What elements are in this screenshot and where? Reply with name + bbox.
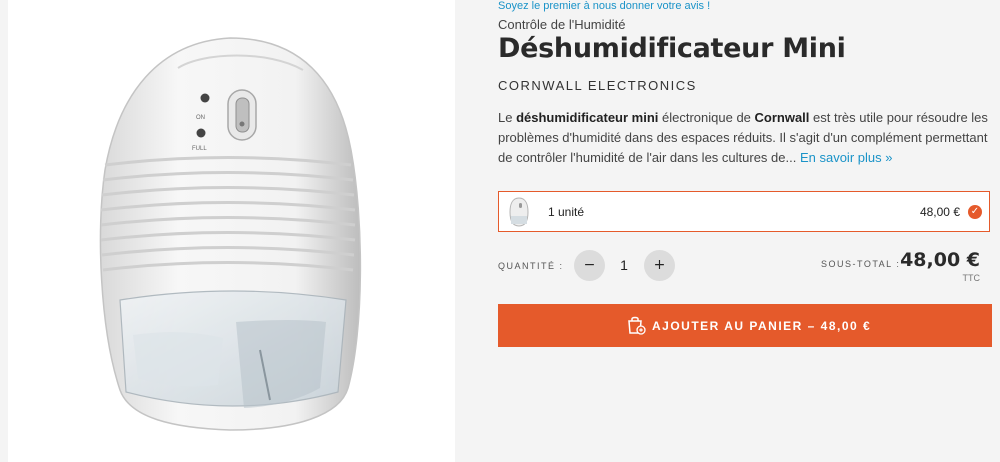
quantity-decrease-button[interactable]: − — [574, 250, 605, 281]
add-to-cart-label: AJOUTER AU PANIER – 48,00 € — [652, 319, 872, 333]
product-image-panel[interactable]: ON FULL — [8, 0, 455, 462]
add-to-cart-button[interactable]: AJOUTER AU PANIER – 48,00 € — [498, 304, 992, 347]
quantity-input[interactable] — [611, 257, 637, 273]
product-category: Contrôle de l'Humidité — [498, 17, 626, 32]
variant-thumbnail — [509, 197, 529, 227]
product-description: Le déshumidificateur mini électronique d… — [498, 110, 988, 165]
subtotal-label: SOUS-TOTAL : — [821, 259, 901, 269]
product-title: Déshumidificateur Mini — [498, 33, 846, 64]
tax-note: TTC — [962, 273, 981, 283]
quantity-label: QUANTITÉ : — [498, 261, 564, 271]
subtotal-value: 48,00 € — [900, 249, 980, 271]
product-image[interactable]: ON FULL — [8, 0, 455, 462]
variant-label: 1 unité — [548, 205, 585, 219]
quantity-increase-button[interactable]: + — [644, 250, 675, 281]
variant-option-1-unit[interactable]: 1 unité 48,00 € ✓ — [498, 191, 990, 232]
check-icon: ✓ — [968, 205, 982, 219]
variant-price: 48,00 € — [919, 205, 960, 219]
shopping-bag-icon — [628, 316, 646, 335]
full-label: FULL — [192, 146, 207, 152]
product-brand: CORNWALL ELECTRONICS — [498, 78, 697, 93]
read-more-link[interactable]: En savoir plus » — [800, 150, 893, 165]
on-label: ON — [196, 115, 205, 121]
write-review-link[interactable]: Soyez le premier à nous donner votre avi… — [498, 0, 710, 12]
